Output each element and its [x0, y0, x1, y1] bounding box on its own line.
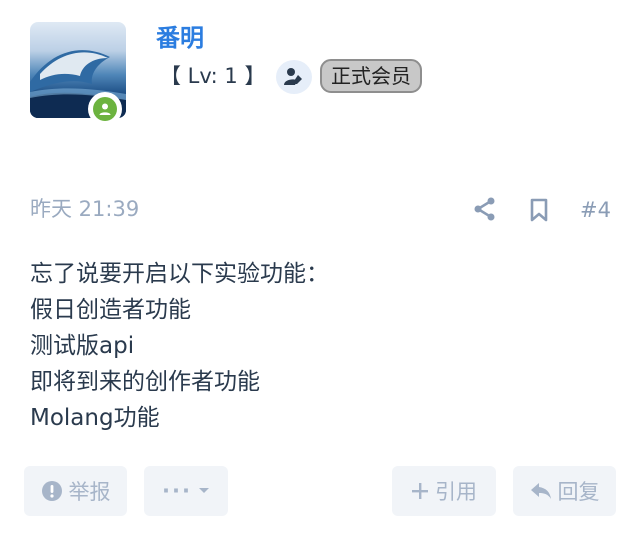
user-online-icon	[99, 103, 111, 115]
exclamation-circle-icon	[41, 481, 62, 501]
post-line: 测试版api	[30, 333, 135, 359]
plus-icon	[412, 483, 428, 499]
reply-label: 回复	[557, 480, 600, 504]
bookmark-icon	[530, 198, 548, 222]
bookmark-button[interactable]	[527, 196, 551, 224]
share-button[interactable]	[472, 196, 498, 222]
report-button[interactable]: 举报	[24, 466, 127, 516]
post-line: 即将到来的创作者功能	[30, 369, 260, 395]
post-line: 假日创造者功能	[30, 297, 191, 323]
quote-button[interactable]: 引用	[392, 466, 496, 516]
online-status-badge	[88, 92, 122, 126]
reply-button[interactable]: 回复	[513, 466, 616, 516]
post-line: Molang功能	[30, 405, 160, 431]
user-edit-icon	[284, 68, 302, 85]
post-number-link[interactable]: #4	[580, 195, 611, 225]
post-timestamp[interactable]: 昨天 21:39	[30, 194, 139, 224]
post-line: 忘了说要开启以下实验功能：	[30, 261, 329, 287]
report-label: 举报	[68, 480, 111, 504]
share-icon	[474, 197, 495, 221]
reply-arrow-icon	[530, 483, 551, 499]
caret-down-icon	[198, 488, 209, 493]
username-link[interactable]: 番明	[156, 22, 204, 54]
post-content: 忘了说要开启以下实验功能： 假日创造者功能 测试版api 即将到来的创作者功能 …	[30, 256, 610, 436]
member-badge: 正式会员	[320, 59, 422, 93]
user-edit-badge[interactable]	[276, 60, 312, 94]
user-level: 【 Lv: 1 】	[160, 64, 266, 88]
quote-label: 引用	[435, 480, 477, 504]
more-label: ···	[162, 479, 192, 503]
more-options-button[interactable]: ···	[144, 466, 228, 516]
